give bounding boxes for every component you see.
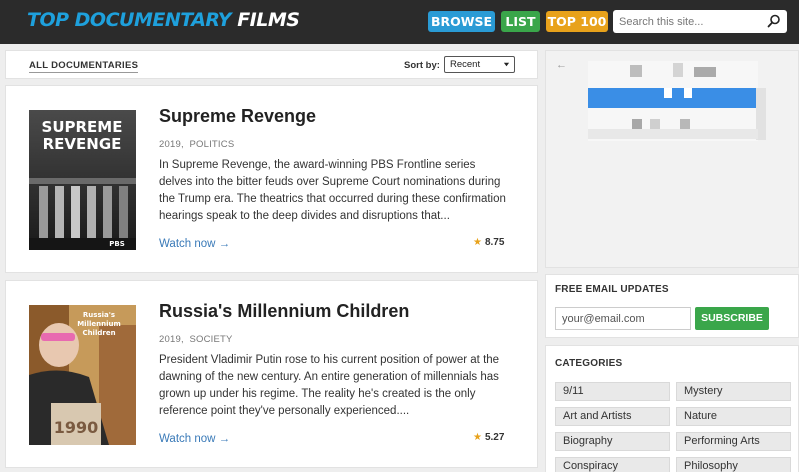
documentary-title[interactable]: Russia's Millennium Children bbox=[159, 301, 409, 322]
poster-title-line1: Russia's bbox=[83, 311, 115, 319]
poster-image: SUPREME REVENGE PBS bbox=[29, 110, 136, 250]
poster-title-line1: SUPREME bbox=[42, 118, 123, 136]
ad-image bbox=[588, 61, 766, 141]
category-item[interactable]: Conspiracy bbox=[555, 457, 670, 472]
documentary-meta: 2019, SOCIETY bbox=[159, 334, 233, 345]
category-item[interactable]: 9/11 bbox=[555, 382, 670, 401]
list-button[interactable]: LIST bbox=[501, 11, 540, 32]
documentary-year: 2019 bbox=[159, 334, 181, 345]
browse-button[interactable]: BROWSE bbox=[428, 11, 495, 32]
sort-select[interactable]: Recent bbox=[444, 56, 515, 73]
poster-brand: PBS bbox=[109, 240, 125, 248]
rating-value: 8.75 bbox=[484, 237, 505, 248]
poster-shirt-text: 1990 bbox=[54, 418, 99, 437]
email-field[interactable] bbox=[555, 307, 691, 330]
documentary-year: 2019 bbox=[159, 139, 181, 150]
poster-image: Russia's Millennium Children 1990 bbox=[29, 305, 136, 445]
category-item[interactable]: Biography bbox=[555, 432, 670, 451]
star-icon: ★ bbox=[473, 432, 482, 443]
watch-now-link[interactable]: Watch now → bbox=[159, 238, 230, 250]
logo-text-secondary: Films bbox=[237, 9, 300, 31]
rating: ★ 8.75 bbox=[473, 237, 504, 248]
category-item[interactable]: Nature bbox=[676, 407, 791, 426]
site-header: Top Documentary Films BROWSE LIST TOP 10… bbox=[0, 0, 799, 44]
categories-box: CATEGORIES 9/11 Mystery Art and Artists … bbox=[545, 345, 799, 472]
category-item[interactable]: Mystery bbox=[676, 382, 791, 401]
documentary-card: Russia's Millennium Children 1990 Russia… bbox=[5, 280, 538, 468]
search-input[interactable] bbox=[619, 13, 759, 30]
sort-bar: ALL DOCUMENTARIES Sort by: Recent bbox=[5, 50, 538, 79]
poster-title-line2: Millennium bbox=[77, 320, 121, 328]
chevron-down-icon bbox=[503, 62, 510, 67]
rating: ★ 5.27 bbox=[473, 432, 504, 443]
documentary-description: In Supreme Revenge, the award-winning PB… bbox=[159, 159, 506, 222]
sort-select-value: Recent bbox=[450, 59, 481, 70]
subscribe-button[interactable]: SUBSCRIBE bbox=[695, 307, 769, 330]
documentary-meta: 2019, POLITICS bbox=[159, 139, 235, 150]
poster-title-line2: REVENGE bbox=[43, 135, 122, 153]
logo-text-primary: Top Documentary bbox=[27, 9, 232, 31]
email-updates-box: FREE EMAIL UPDATES SUBSCRIBE bbox=[545, 274, 799, 338]
search-box bbox=[613, 10, 787, 33]
category-item[interactable]: Art and Artists bbox=[555, 407, 670, 426]
all-documentaries-tab[interactable]: ALL DOCUMENTARIES bbox=[29, 60, 139, 73]
documentary-card: SUPREME REVENGE PBS Supreme Revenge 2019… bbox=[5, 85, 538, 273]
rating-value: 5.27 bbox=[484, 432, 505, 443]
poster-supreme-revenge[interactable]: SUPREME REVENGE PBS bbox=[29, 110, 136, 250]
documentary-title[interactable]: Supreme Revenge bbox=[159, 106, 316, 127]
poster-russias-millennium-children[interactable]: Russia's Millennium Children 1990 bbox=[29, 305, 136, 445]
documentary-category[interactable]: POLITICS bbox=[189, 139, 234, 150]
documentary-category[interactable]: SOCIETY bbox=[189, 334, 232, 345]
site-logo[interactable]: Top Documentary Films bbox=[27, 9, 300, 31]
search-icon[interactable] bbox=[767, 14, 781, 28]
top100-button[interactable]: TOP 100 bbox=[546, 11, 608, 32]
star-icon: ★ bbox=[473, 237, 482, 248]
sort-label: Sort by: bbox=[404, 60, 440, 71]
categories-title: CATEGORIES bbox=[555, 358, 623, 369]
documentary-description: President Vladimir Putin rose to his cur… bbox=[159, 354, 500, 417]
category-item[interactable]: Performing Arts bbox=[676, 432, 791, 451]
ad-panel[interactable]: ← bbox=[545, 50, 799, 268]
watch-now-link[interactable]: Watch now → bbox=[159, 433, 230, 445]
category-item[interactable]: Philosophy bbox=[676, 457, 791, 472]
poster-title-line3: Children bbox=[82, 329, 115, 337]
email-updates-title: FREE EMAIL UPDATES bbox=[555, 284, 669, 295]
